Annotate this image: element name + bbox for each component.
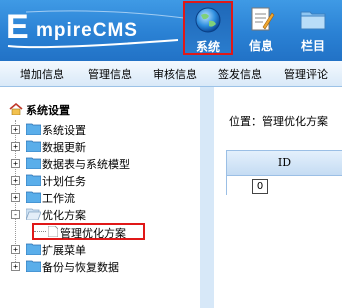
menu-review-info[interactable]: 审核信息 bbox=[153, 66, 197, 82]
folder-icon bbox=[26, 157, 41, 169]
expand-icon[interactable]: + bbox=[11, 159, 20, 168]
id-column-header: ID bbox=[227, 151, 342, 175]
expand-icon[interactable]: + bbox=[11, 176, 20, 185]
folder-icon bbox=[26, 243, 41, 255]
tree-item-label: 扩展菜单 bbox=[42, 244, 86, 257]
expand-icon[interactable]: + bbox=[11, 142, 20, 151]
system-menu-button[interactable]: 系统 bbox=[183, 1, 233, 55]
tree-item-label: 系统设置 bbox=[42, 124, 86, 137]
folder-icon bbox=[300, 11, 326, 30]
main-content: 位置：管理优化方案 ID 0 bbox=[214, 87, 342, 308]
system-menu-label: 系统 bbox=[195, 40, 220, 54]
page-icon bbox=[48, 226, 58, 237]
empirecms-logo: E mpireCMS bbox=[6, 6, 185, 49]
collapse-icon[interactable]: - bbox=[11, 210, 20, 219]
folder-icon bbox=[26, 123, 41, 135]
expand-icon[interactable]: + bbox=[11, 125, 20, 134]
menu-add-info[interactable]: 增加信息 bbox=[20, 66, 64, 82]
document-icon bbox=[251, 7, 275, 31]
tree-item-label: 优化方案 bbox=[42, 209, 86, 222]
table-row: 0 bbox=[227, 176, 342, 195]
menu-bar: 增加信息 管理信息 审核信息 签发信息 管理评论 bbox=[0, 61, 342, 87]
tree-subitem-label: 管理优化方案 bbox=[60, 227, 126, 240]
globe-icon bbox=[195, 7, 221, 33]
tree-item-label: 计划任务 bbox=[42, 175, 86, 188]
column-menu-label: 栏目 bbox=[300, 39, 325, 53]
folder-icon bbox=[26, 174, 41, 186]
folder-icon bbox=[26, 260, 41, 272]
folder-icon bbox=[26, 140, 41, 152]
system-tree-panel: 系统设置 + 系统设置 + 数据更新 + 数据表与系统模型 + 计划任务 + 工… bbox=[0, 88, 200, 308]
folder-icon bbox=[26, 191, 41, 203]
logo-letter: E bbox=[6, 8, 29, 46]
tree-subitem-manage-optimization[interactable]: 管理优化方案 bbox=[32, 223, 145, 240]
expand-icon[interactable]: + bbox=[11, 245, 20, 254]
tree-root[interactable]: 系统设置 bbox=[9, 102, 70, 118]
optimization-table: ID 0 bbox=[226, 150, 342, 195]
menu-sign-info[interactable]: 签发信息 bbox=[218, 66, 262, 82]
tree-item-label: 备份与恢复数据 bbox=[42, 261, 119, 274]
open-folder-icon bbox=[26, 208, 41, 220]
row-id-value: 0 bbox=[252, 179, 268, 194]
logo-text: mpireCMS bbox=[36, 20, 138, 41]
tree-connector bbox=[34, 231, 46, 232]
location-breadcrumb: 位置：管理优化方案 bbox=[229, 115, 328, 128]
expand-icon[interactable]: + bbox=[11, 193, 20, 202]
column-menu-button[interactable]: 栏目 bbox=[288, 0, 338, 58]
info-menu-label: 信息 bbox=[248, 39, 273, 53]
menu-manage-info[interactable]: 管理信息 bbox=[88, 66, 132, 82]
tree-item-label: 工作流 bbox=[42, 192, 75, 205]
app-header: E mpireCMS 系统 信息 栏目 bbox=[0, 0, 342, 61]
tree-item-label: 数据更新 bbox=[42, 141, 86, 154]
tree-root-label: 系统设置 bbox=[26, 104, 70, 117]
tree-item-label: 数据表与系统模型 bbox=[42, 158, 130, 171]
expand-icon[interactable]: + bbox=[11, 262, 20, 271]
menu-manage-comments[interactable]: 管理评论 bbox=[284, 66, 328, 82]
panel-splitter[interactable] bbox=[200, 87, 214, 308]
house-icon bbox=[9, 103, 23, 115]
info-menu-button[interactable]: 信息 bbox=[236, 0, 286, 58]
